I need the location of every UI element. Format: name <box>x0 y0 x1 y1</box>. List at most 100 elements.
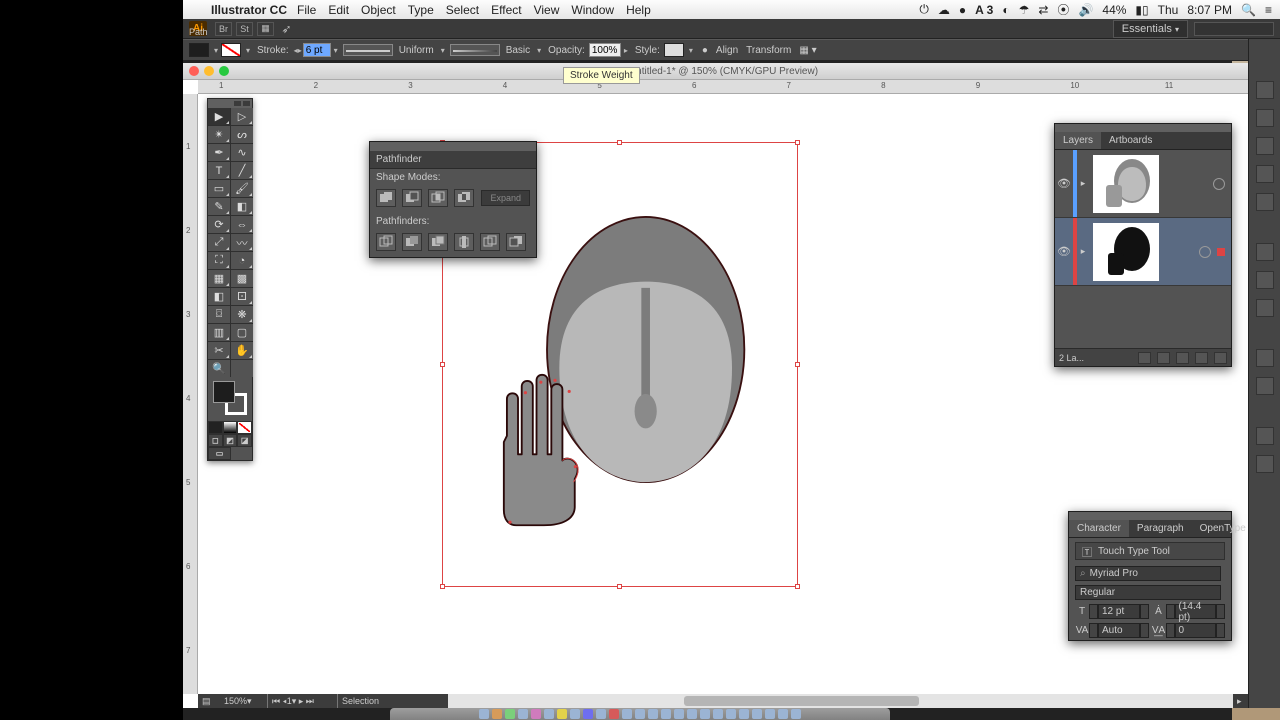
menu-window[interactable]: Window <box>571 3 614 17</box>
workspace-switcher[interactable]: Essentials ▾ <box>1113 20 1188 38</box>
panel-collapse-icon[interactable] <box>243 101 250 106</box>
hand-tool[interactable]: ✋ <box>231 342 253 359</box>
target-icon[interactable] <box>1213 178 1225 190</box>
none-mode-button[interactable] <box>237 421 252 434</box>
transform-link[interactable]: Transform <box>746 45 791 56</box>
ruler-vertical[interactable]: 1 2 3 4 5 6 7 <box>183 94 198 694</box>
new-sublayer-icon[interactable] <box>1176 352 1189 364</box>
pencil-tool[interactable]: ✎ <box>208 198 230 215</box>
reflect-tool[interactable]: ⇔ <box>231 216 253 233</box>
bridge-icon[interactable]: Br <box>215 22 232 36</box>
gpu-icon[interactable]: ➶ <box>278 22 295 36</box>
draw-inside-button[interactable]: ◪ <box>237 434 252 447</box>
dock-color-guide-icon[interactable] <box>1256 109 1274 127</box>
free-transform-tool[interactable]: ⛶ <box>208 252 230 269</box>
menu-extra-icon[interactable]: ☁ <box>938 3 950 17</box>
pen-tool[interactable]: ✒ <box>208 144 230 161</box>
tab-artboards[interactable]: Artboards <box>1101 132 1160 149</box>
dock-gradient-icon[interactable] <box>1256 271 1274 289</box>
menu-edit[interactable]: Edit <box>328 3 349 17</box>
ruler-horizontal[interactable]: 1 2 3 4 5 6 7 8 9 10 11 <box>198 80 1249 94</box>
exclude-button[interactable] <box>454 189 474 207</box>
opacity-input[interactable]: 100% <box>589 43 621 57</box>
menu-view[interactable]: View <box>534 3 560 17</box>
tab-character[interactable]: Character <box>1069 520 1129 537</box>
rotate-tool[interactable]: ⟳ <box>208 216 230 233</box>
minus-front-button[interactable] <box>402 189 422 207</box>
dock-stroke-icon[interactable] <box>1256 243 1274 261</box>
dock-brushes-icon[interactable] <box>1256 165 1274 183</box>
stroke-weight-input[interactable]: 6 pt <box>303 43 331 57</box>
stock-icon[interactable]: St <box>236 22 253 36</box>
crop-button[interactable] <box>454 233 474 251</box>
menu-effect[interactable]: Effect <box>491 3 521 17</box>
app-menu[interactable]: Illustrator CC <box>211 3 287 17</box>
merge-button[interactable] <box>428 233 448 251</box>
wifi-icon[interactable]: ⦿ <box>1057 1 1069 18</box>
stroke-swatch[interactable] <box>221 43 241 57</box>
blend-tool[interactable]: ⌼ <box>208 306 230 323</box>
arrange-docs-icon[interactable]: ▦ <box>257 22 274 36</box>
zoom-tool[interactable]: 🔍 <box>208 360 230 377</box>
curvature-tool[interactable]: ∿ <box>231 144 253 161</box>
color-mode-button[interactable] <box>208 421 223 434</box>
layer-disclosure-icon[interactable]: ▸ <box>1077 246 1089 257</box>
layer-thumbnail[interactable] <box>1093 223 1159 281</box>
artboard-nav[interactable]: ⏮ ◂ 1 ▾ ▸ ⏭ <box>268 694 338 708</box>
artboard-tool[interactable]: ▢ <box>231 324 253 341</box>
dock-color-icon[interactable] <box>1256 81 1274 99</box>
brush-definition[interactable] <box>450 44 500 56</box>
menu-extra-icon[interactable]: ● <box>959 3 966 17</box>
scale-tool[interactable]: ⤢ <box>208 234 230 251</box>
dock-swatches-icon[interactable] <box>1256 137 1274 155</box>
fill-box[interactable] <box>213 381 235 403</box>
intersect-button[interactable] <box>428 189 448 207</box>
trim-button[interactable] <box>402 233 422 251</box>
width-tool[interactable]: 〰 <box>231 234 253 251</box>
battery-icon[interactable]: ▮▯ <box>1135 3 1148 17</box>
variable-width-profile[interactable] <box>343 44 393 56</box>
graphic-style[interactable] <box>664 43 684 57</box>
spotlight-icon[interactable]: 🔍 <box>1241 3 1256 17</box>
minus-back-button[interactable] <box>506 233 526 251</box>
line-segment-tool[interactable]: ╱ <box>231 162 253 179</box>
menu-extra-icon[interactable]: ◐ <box>1002 3 1009 17</box>
paintbrush-tool[interactable]: 🖌 <box>231 180 253 197</box>
draw-behind-button[interactable]: ◩ <box>223 434 238 447</box>
magic-wand-tool[interactable]: ✴ <box>208 126 230 143</box>
tab-layers[interactable]: Layers <box>1055 132 1101 149</box>
leading-input[interactable]: (14.4 pt) <box>1175 604 1217 619</box>
dock-graphic-styles-icon[interactable] <box>1256 377 1274 395</box>
menu-extra-icon[interactable]: ☂ <box>1019 3 1030 17</box>
tab-opentype[interactable]: OpenType <box>1192 520 1254 537</box>
slice-tool[interactable]: ✂ <box>208 342 230 359</box>
help-search-input[interactable] <box>1194 22 1274 36</box>
font-style-input[interactable]: Regular <box>1075 585 1221 600</box>
tracking-input[interactable]: 0 <box>1175 623 1217 638</box>
mesh-tool[interactable]: ▩ <box>231 270 253 287</box>
dock-layers-icon[interactable] <box>1256 427 1274 445</box>
menu-select[interactable]: Select <box>446 3 479 17</box>
font-size-input[interactable]: 12 pt <box>1098 604 1140 619</box>
notification-center-icon[interactable]: ≡ <box>1265 3 1272 17</box>
gradient-tool[interactable]: ◧ <box>208 288 230 305</box>
fill-swatch[interactable] <box>189 43 209 57</box>
fill-stroke-control[interactable] <box>208 377 252 421</box>
menu-extra-icon[interactable]: A 3 <box>975 3 993 17</box>
zoom-level-input[interactable]: 150% ▾ <box>220 694 268 708</box>
dock-symbols-icon[interactable] <box>1256 193 1274 211</box>
column-graph-tool[interactable]: ▥ <box>208 324 230 341</box>
menu-type[interactable]: Type <box>408 3 434 17</box>
locate-object-icon[interactable] <box>1138 352 1151 364</box>
make-clipping-mask-icon[interactable] <box>1157 352 1170 364</box>
visibility-toggle-icon[interactable]: 👁 <box>1055 245 1073 258</box>
dock-appearance-icon[interactable] <box>1256 349 1274 367</box>
type-tool[interactable]: T <box>208 162 230 179</box>
unite-button[interactable] <box>376 189 396 207</box>
menu-extra-icon[interactable]: ⏻ <box>919 2 929 17</box>
dock-transparency-icon[interactable] <box>1256 299 1274 317</box>
lasso-tool[interactable]: ᔕ <box>231 126 253 143</box>
draw-normal-button[interactable]: ◻ <box>208 434 223 447</box>
symbol-sprayer-tool[interactable]: ❋ <box>231 306 253 323</box>
eraser-tool[interactable]: ◧ <box>231 198 253 215</box>
